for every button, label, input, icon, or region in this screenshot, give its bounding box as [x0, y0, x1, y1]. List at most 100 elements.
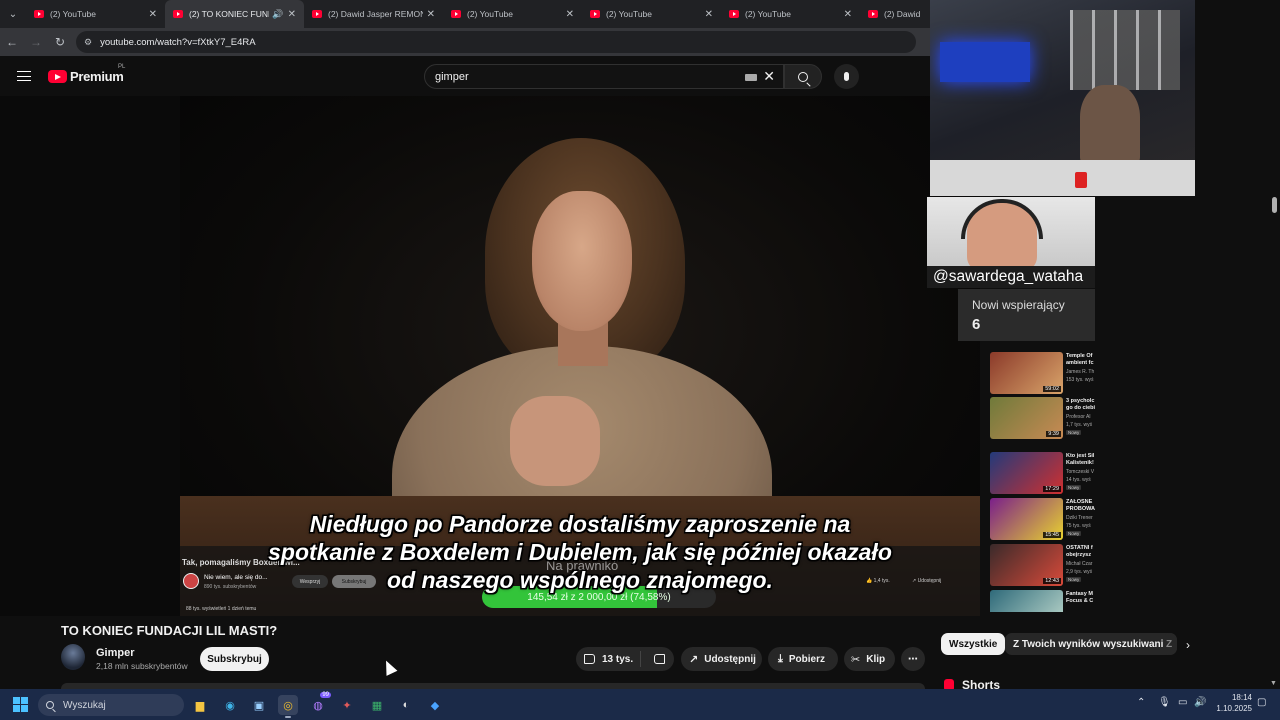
recommendation-thumbnail[interactable]: 15:45: [990, 498, 1063, 540]
dislike-button[interactable]: [644, 647, 674, 671]
recommendation-title[interactable]: PRÓBOWA: [1066, 506, 1096, 513]
recommendation-title[interactable]: ambient fc: [1066, 360, 1096, 367]
tab-1[interactable]: (2) TO KONIEC FUNDACJI LIL MASTI?🔊✕: [165, 0, 304, 28]
tab-2[interactable]: (2) Dawid Jasper REMONT ✕: [304, 0, 443, 28]
recommendation-title[interactable]: Kto jest Sil: [1066, 453, 1096, 460]
tab-close-icon[interactable]: ✕: [844, 9, 852, 20]
download-button[interactable]: ⤓ Pobierz: [768, 647, 838, 671]
address-bar[interactable]: ⚙ youtube.com/watch?v=fXtkY7_E4RA: [76, 31, 916, 53]
channel-avatar[interactable]: [61, 644, 85, 670]
file-explorer-icon[interactable]: ▆: [190, 695, 210, 715]
video-player[interactable]: Tak, pomagaliśmy Boxdelowi... Nie wiem, …: [0, 96, 980, 616]
chip-all[interactable]: Wszystkie: [941, 633, 1006, 655]
speaker-icon[interactable]: 🔊: [272, 9, 283, 20]
chip-from-search[interactable]: Z Twoich wyników wyszukiwania: [1005, 633, 1177, 655]
voice-search-button[interactable]: [834, 64, 859, 89]
tray-chevron-up-icon[interactable]: ⌃: [1137, 697, 1145, 708]
obs-icon[interactable]: ◐: [396, 695, 416, 715]
tab-0[interactable]: (2) YouTube ✕: [26, 0, 165, 28]
recommendation-item[interactable]: 9:39 3 psycholc go do ciebi Profesor Al 1,7 …: [990, 397, 1096, 441]
share-button[interactable]: ↗ Udostępnij: [681, 647, 762, 671]
youtube-favicon-icon: [451, 10, 461, 18]
chat-app-icon[interactable]: ◍ 99: [308, 692, 331, 715]
forward-arrow-icon[interactable]: →: [24, 35, 48, 49]
recommendation-title[interactable]: 3 psycholc: [1066, 398, 1096, 405]
tab-6[interactable]: (2) Dawid Jasper: [860, 0, 930, 28]
windows-start-icon[interactable]: [13, 697, 28, 712]
clip-button[interactable]: ✂ Klip: [844, 647, 895, 671]
taskbar-search[interactable]: Wyszukaj: [38, 694, 184, 716]
youtube-favicon-icon: [868, 10, 878, 18]
microphone-icon: [844, 72, 849, 81]
youtube-play-icon: [48, 70, 67, 83]
tab-4[interactable]: (2) YouTube ✕: [582, 0, 721, 28]
recommendation-item[interactable]: 17:29 Kto jest Sil Kalistenik! Tomczeski V 1…: [990, 452, 1096, 496]
more-icon: ⋯: [908, 653, 918, 665]
app-icon[interactable]: ◆: [425, 695, 445, 715]
recommendation-title[interactable]: OSTATNI f: [1066, 545, 1096, 552]
game-app-icon[interactable]: ✦: [337, 695, 357, 715]
chip-more[interactable]: Z: [1163, 633, 1177, 655]
recommendation-item[interactable]: 59:02 Temple Of ambient fc James R. Th 153 t…: [990, 352, 1096, 396]
reload-icon[interactable]: ↻: [48, 35, 72, 49]
tab-search-button[interactable]: ⌄: [0, 0, 26, 28]
tab-close-icon[interactable]: ✕: [149, 9, 157, 20]
video-duration: 15:45: [1043, 532, 1061, 538]
tab-5[interactable]: (2) YouTube ✕: [721, 0, 860, 28]
network-icon[interactable]: ▭: [1178, 697, 1187, 708]
recommendation-title[interactable]: Fantasy M: [1066, 591, 1096, 598]
like-button[interactable]: 13 tys.: [576, 647, 640, 671]
youtube-favicon-icon: [729, 10, 739, 18]
more-actions-button[interactable]: ⋯: [901, 647, 925, 671]
subtitle-line: od naszego wspólnego znajomego.: [387, 567, 773, 593]
youtube-logo[interactable]: Premium PL: [48, 64, 125, 84]
menu-icon[interactable]: [17, 71, 31, 81]
tab-close-icon[interactable]: ✕: [566, 9, 574, 20]
recommendation-thumbnail[interactable]: 59:02: [990, 352, 1063, 394]
subscribe-button[interactable]: Subskrybuj: [200, 647, 269, 671]
back-arrow-icon[interactable]: ←: [0, 35, 24, 49]
recommendation-title[interactable]: ŻAŁOSNE: [1066, 499, 1096, 506]
volume-icon[interactable]: 🔊: [1194, 697, 1206, 708]
chrome-icon[interactable]: ◎: [278, 695, 298, 718]
scroll-down-arrow-icon[interactable]: ▼: [1270, 680, 1277, 687]
excel-icon[interactable]: ▦: [367, 695, 387, 715]
chevron-right-icon[interactable]: ›: [1186, 638, 1190, 652]
recommendation-item[interactable]: Fantasy M Focus & C: [990, 590, 1096, 612]
recommendation-thumbnail[interactable]: [990, 590, 1063, 612]
recommendation-item[interactable]: 15:45 ŻAŁOSNE PRÓBOWA Dziki Trener 75 tys. w…: [990, 498, 1096, 542]
taskbar-clock[interactable]: 18:14 1.10.2025: [1214, 692, 1252, 714]
notifications-icon[interactable]: ▢: [1257, 697, 1266, 708]
video-duration: 59:02: [1043, 386, 1061, 392]
search-button[interactable]: [784, 64, 822, 89]
tab-close-icon[interactable]: ✕: [705, 9, 713, 20]
facecam-headset: [961, 199, 1043, 239]
recommendation-title[interactable]: Temple Of: [1066, 353, 1096, 360]
recommendation-views: 153 tys. wyś: [1066, 377, 1094, 383]
recommendation-title[interactable]: Focus & C: [1066, 598, 1096, 605]
recommendation-title[interactable]: obejrzysz: [1066, 552, 1096, 559]
store-icon[interactable]: ▣: [249, 695, 269, 715]
recommendation-thumbnail[interactable]: 12:43: [990, 544, 1063, 586]
chevron-down-icon: ⌄: [8, 8, 18, 20]
youtube-favicon-icon: [173, 10, 183, 18]
tab-close-icon[interactable]: ✕: [427, 9, 435, 20]
recommendation-thumbnail[interactable]: 9:39: [990, 397, 1063, 439]
recommendation-title[interactable]: Kalistenik!: [1066, 460, 1096, 467]
recommendation-thumbnail[interactable]: 17:29: [990, 452, 1063, 494]
subtitle-line: Niedługo po Pandorze dostaliśmy zaprosze…: [309, 511, 851, 537]
recommendation-title[interactable]: go do ciebi: [1066, 405, 1096, 412]
tab-3[interactable]: (2) YouTube ✕: [443, 0, 582, 28]
tab-close-icon[interactable]: ✕: [288, 9, 296, 20]
scrollbar-thumb[interactable]: [1272, 197, 1277, 213]
streamer-webcam-overlay: [930, 0, 1195, 196]
microphone-tray-icon[interactable]: 🎙: [1158, 697, 1171, 708]
site-settings-icon[interactable]: ⚙: [84, 37, 92, 48]
search-input[interactable]: gimper ✕: [424, 64, 784, 89]
channel-name[interactable]: Gimper: [96, 647, 135, 659]
edge-icon[interactable]: ◉: [220, 695, 240, 715]
clear-search-icon[interactable]: ✕: [763, 68, 775, 85]
video-title: TO KONIEC FUNDACJI LIL MASTI?: [61, 623, 278, 638]
keyboard-icon[interactable]: [745, 74, 757, 81]
recommendation-item[interactable]: 12:43 OSTATNI f obejrzysz Michał Czar 2,9 ty…: [990, 544, 1096, 588]
